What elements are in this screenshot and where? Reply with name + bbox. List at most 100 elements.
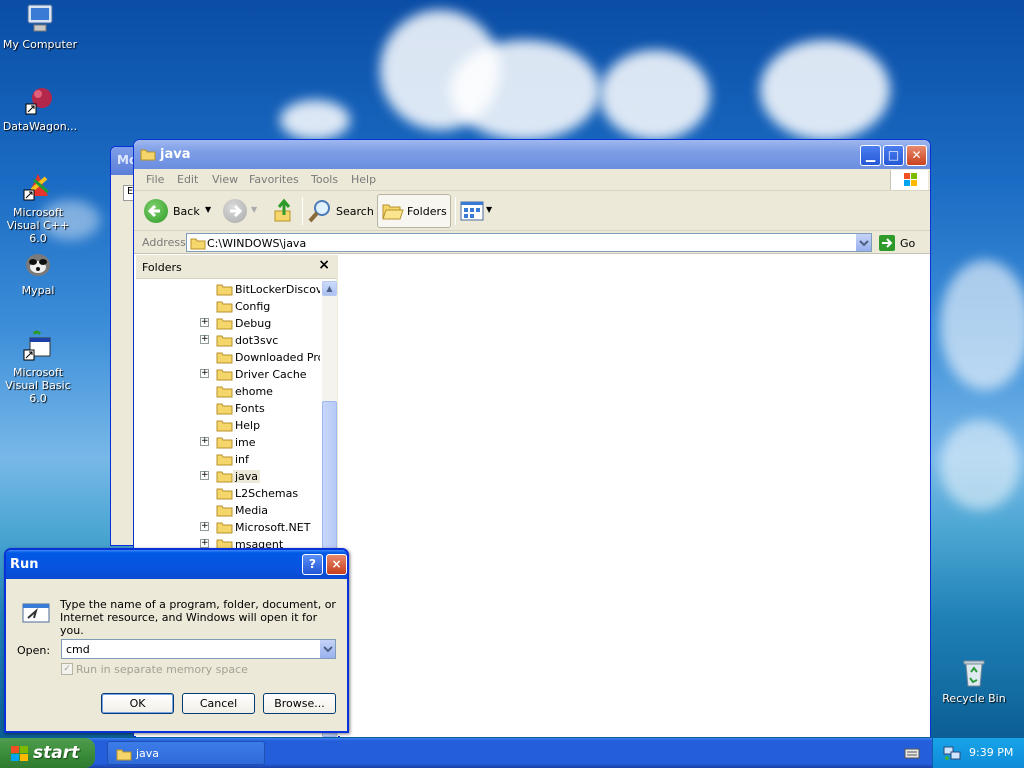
folder-icon <box>216 401 233 418</box>
keyboard-icon[interactable] <box>904 746 920 763</box>
run-dialog-titlebar[interactable]: Run ? × <box>6 550 347 579</box>
address-input[interactable]: C:\WINDOWS\java <box>186 233 872 252</box>
clock[interactable]: 9:39 PM <box>969 746 1013 759</box>
folders-label: Folders <box>407 205 447 218</box>
desktop-icon-datawagon[interactable]: DataWagon... <box>0 84 80 133</box>
folders-button[interactable]: Folders <box>377 194 451 228</box>
expand-icon[interactable]: + <box>200 437 209 446</box>
run-dialog: Run ? × Type the name of a program, fold… <box>4 548 349 733</box>
tree-item-label: ehome <box>235 385 273 398</box>
tree-item[interactable]: ehome <box>136 383 320 400</box>
close-button[interactable]: ✕ <box>906 145 927 166</box>
cancel-button[interactable]: Cancel <box>182 693 255 714</box>
standard-toolbar: Back ▼ ▼ Search Folders ▼ <box>134 191 930 231</box>
expand-icon[interactable]: + <box>200 471 209 480</box>
my-computer-icon <box>24 2 56 34</box>
cloud-decoration <box>450 40 600 140</box>
minimize-icon: ▁ <box>865 148 876 162</box>
tree-item[interactable]: Media <box>136 502 320 519</box>
scroll-up-arrow-icon[interactable]: ▲ <box>322 281 337 296</box>
expand-icon[interactable]: + <box>200 522 209 531</box>
desktop-icon-label: DataWagon... <box>2 120 78 133</box>
cloud-decoration <box>280 100 350 140</box>
menu-view[interactable]: View <box>212 173 238 186</box>
network-icon[interactable] <box>943 745 961 764</box>
maximize-button[interactable]: □ <box>883 145 904 166</box>
ok-button[interactable]: OK <box>101 693 174 714</box>
cloud-decoration <box>600 50 710 140</box>
folder-icon <box>216 282 233 299</box>
toolbar-separator <box>302 197 303 225</box>
cloud-decoration <box>760 40 890 140</box>
tree-item[interactable]: Downloaded Prog <box>136 349 320 366</box>
search-button[interactable]: Search <box>308 197 374 225</box>
expand-icon[interactable]: + <box>200 318 209 327</box>
back-button[interactable]: Back ▼ <box>144 197 216 225</box>
taskbar-item-java[interactable]: java <box>107 741 265 765</box>
desktop-icon-visual-cpp[interactable]: Microsoft Visual C++ 6.0 <box>0 170 78 245</box>
up-folder-button[interactable] <box>270 197 298 225</box>
help-icon: ? <box>309 557 316 571</box>
desktop-icon-mypal[interactable]: Mypal <box>0 248 78 297</box>
menu-help[interactable]: Help <box>351 173 376 186</box>
tree-item[interactable]: Config <box>136 298 320 315</box>
tree-item[interactable]: + ime <box>136 434 320 451</box>
desktop-icon-my-computer[interactable]: My Computer <box>0 2 80 51</box>
start-button[interactable]: start <box>0 738 95 768</box>
file-list-pane[interactable] <box>340 255 930 737</box>
menu-favorites[interactable]: Favorites <box>249 173 299 186</box>
dropdown-arrow-icon[interactable]: ▼ <box>205 205 211 214</box>
minimize-button[interactable]: ▁ <box>860 145 881 166</box>
visual-basic-icon <box>22 330 54 362</box>
tree-item[interactable]: inf <box>136 451 320 468</box>
views-icon <box>460 200 484 225</box>
explorer-titlebar[interactable]: java ▁ □ ✕ <box>134 140 930 169</box>
address-label: Address <box>142 236 186 249</box>
back-label: Back <box>173 205 200 218</box>
forward-button[interactable]: ▼ <box>223 197 259 225</box>
tree-item-label: L2Schemas <box>235 487 299 500</box>
tree-item[interactable]: BitLockerDiscover <box>136 281 320 298</box>
tree-item-label: Help <box>235 419 261 432</box>
desktop-icon-visual-basic[interactable]: Microsoft Visual Basic 6.0 <box>0 330 78 405</box>
expand-icon[interactable]: + <box>200 369 209 378</box>
desktop-icon-label: Mypal <box>21 284 55 297</box>
desktop-icon-label: My Computer <box>2 38 78 51</box>
open-input[interactable]: cmd <box>61 639 336 659</box>
expand-icon[interactable]: + <box>200 539 209 548</box>
go-button[interactable]: Go <box>878 234 922 252</box>
go-arrow-icon <box>878 234 896 255</box>
desktop-icon-recycle-bin[interactable]: Recycle Bin <box>934 656 1014 705</box>
close-button[interactable]: × <box>326 554 347 575</box>
folder-icon <box>216 418 233 435</box>
tree-item[interactable]: + Driver Cache <box>136 366 320 383</box>
tree-item[interactable]: + Debug <box>136 315 320 332</box>
close-pane-icon[interactable]: × <box>318 257 330 273</box>
cloud-decoration <box>940 260 1024 390</box>
address-dropdown-button[interactable] <box>855 234 871 251</box>
forward-arrow-icon <box>223 199 247 223</box>
help-button[interactable]: ? <box>302 554 323 575</box>
folders-pane-header: Folders × <box>136 255 336 279</box>
datawagon-icon <box>24 84 56 116</box>
windows-logo-icon <box>890 170 928 190</box>
close-icon: ✕ <box>911 148 922 162</box>
tree-item[interactable]: + dot3svc <box>136 332 320 349</box>
open-dropdown-button[interactable] <box>319 640 335 658</box>
tree-item[interactable]: + Microsoft.NET <box>136 519 320 536</box>
browse-button[interactable]: Browse... <box>263 693 336 714</box>
views-button[interactable]: ▼ <box>460 197 494 225</box>
menu-edit[interactable]: Edit <box>177 173 198 186</box>
menu-file[interactable]: File <box>146 173 164 186</box>
expand-icon[interactable]: + <box>200 335 209 344</box>
menu-tools[interactable]: Tools <box>311 173 338 186</box>
folder-icon <box>216 452 233 469</box>
tree-item[interactable]: Fonts <box>136 400 320 417</box>
folder-icon <box>216 469 233 486</box>
start-label: start <box>33 743 80 763</box>
tree-item[interactable]: L2Schemas <box>136 485 320 502</box>
recycle-bin-icon <box>958 656 990 688</box>
separate-memory-checkbox[interactable]: ✓ <box>61 663 73 675</box>
tree-item[interactable]: + java <box>136 468 320 485</box>
tree-item[interactable]: Help <box>136 417 320 434</box>
